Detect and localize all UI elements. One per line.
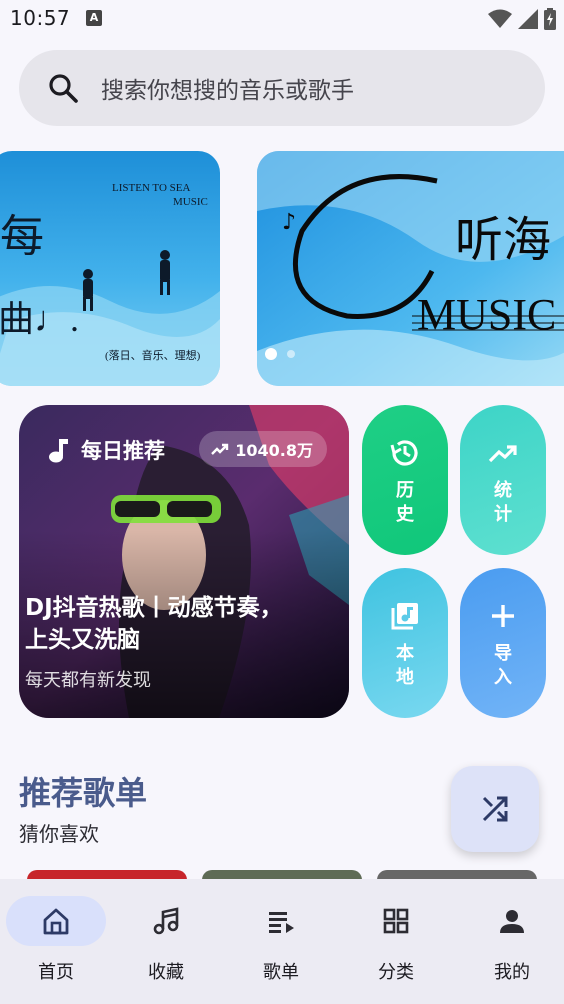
nav-label: 分类 [378,962,414,983]
shuffle-icon [482,796,508,822]
shuffle-button[interactable] [451,766,539,852]
nav-label: 我的 [494,962,530,983]
svg-text:♪: ♪ [282,210,296,235]
history-tile[interactable]: 历史 [362,405,448,555]
grid-icon [383,908,409,934]
status-indicator-icon: A [86,10,102,26]
trending-up-icon [488,445,517,463]
banner-caption: MUSIC [173,196,208,208]
play-count: 1040.8万 [235,441,313,460]
nav-label: 歌单 [263,962,299,983]
nav-favorites[interactable]: 收藏 [110,879,222,1004]
banner-card[interactable]: 每 曲♩. LISTEN TO SEA MUSIC (落日、音乐、理想) [0,151,220,386]
banner-caption: (落日、音乐、理想) [105,348,201,362]
local-tile[interactable]: 本地 [362,568,448,718]
nav-playlists[interactable]: 歌单 [225,879,337,1004]
banner-caption: MUSIC [417,290,556,339]
play-count-badge: 1040.8万 [199,431,327,467]
daily-subtitle: 每天都有新发现 [25,670,151,691]
library-music-icon [391,603,418,630]
home-icon [43,908,69,935]
person-icon [500,910,524,933]
import-label: 导入 [494,643,512,688]
carousel-dot [287,350,295,358]
nav-active-pill [6,896,106,946]
signal-icon [518,9,538,29]
search-placeholder: 搜索你想搜的音乐或歌手 [101,78,354,104]
status-time: 10:57 [10,6,71,30]
bottom-nav: 首页 收藏 歌单 分类 我的 [0,879,564,1004]
daily-title: 每日推荐 [81,439,165,463]
trending-up-icon [211,443,229,455]
wifi-icon [488,9,512,28]
section-title: 推荐歌单 [19,774,148,812]
nav-mine[interactable]: 我的 [456,879,564,1004]
nav-icon-wrap [231,896,331,946]
svg-text:每: 每 [0,212,44,261]
nav-icon-wrap [116,896,216,946]
status-icons [488,8,556,30]
status-bar: 10:57 A [0,0,564,38]
music-note-icon [49,439,68,463]
local-label: 本地 [396,643,414,688]
banner-image: ♪ 听海 MUSIC [257,151,564,386]
battery-icon [544,8,556,30]
stats-tile[interactable]: 统计 [460,405,546,555]
search-icon [49,74,78,103]
banner-caption: 听海 [455,214,551,267]
banner-caption: LISTEN TO SEA [112,182,190,194]
history-icon [390,440,418,466]
nav-label: 收藏 [148,962,184,983]
carousel-dot-active [265,348,277,360]
daily-song-title: DJ抖音热歌丨动感节奏，上头又洗脑 [25,595,283,653]
playlist-icon [269,912,294,933]
search-bar[interactable]: 搜索你想搜的音乐或歌手 [19,50,545,126]
carousel-indicator [265,348,295,360]
nav-categories[interactable]: 分类 [340,879,452,1004]
nav-icon-wrap [346,896,446,946]
nav-home[interactable]: 首页 [0,879,112,1004]
plus-icon [492,605,514,627]
music-note-icon [153,907,179,935]
import-tile[interactable]: 导入 [460,568,546,718]
nav-label: 首页 [38,962,74,983]
daily-header: 每日推荐 [47,435,165,465]
banner-card[interactable]: ♪ 听海 MUSIC [257,151,564,386]
stats-label: 统计 [494,480,512,525]
history-label: 历史 [396,480,414,525]
svg-text:曲♩.: 曲♩. [0,299,79,339]
nav-icon-wrap [462,896,562,946]
section-subtitle: 猜你喜欢 [19,822,99,846]
banner-image: 每 曲♩. LISTEN TO SEA MUSIC (落日、音乐、理想) [0,151,220,386]
